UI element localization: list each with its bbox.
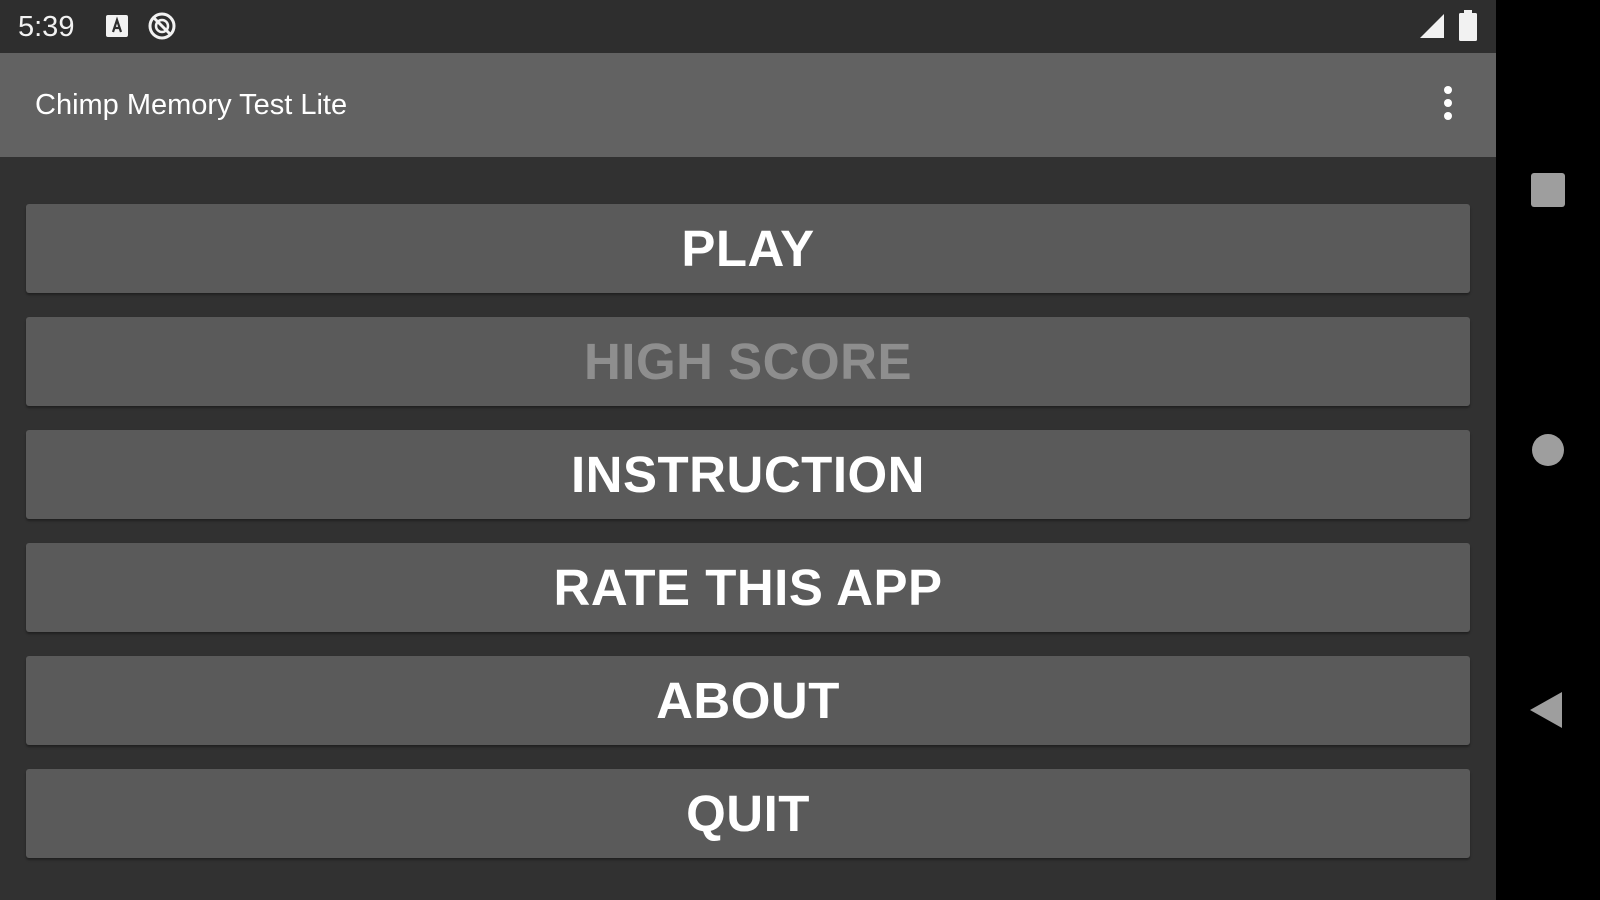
main-menu: PLAY HIGH SCORE INSTRUCTION RATE THIS AP… [26,204,1470,882]
quit-button[interactable]: QUIT [26,769,1470,858]
play-button[interactable]: PLAY [26,204,1470,293]
cell-signal-icon [1418,12,1446,40]
about-button[interactable]: ABOUT [26,656,1470,745]
rate-this-app-button[interactable]: RATE THIS APP [26,543,1470,632]
home-icon[interactable] [1520,422,1576,478]
navigation-bar [1496,0,1600,900]
back-icon[interactable] [1520,682,1576,738]
battery-icon [1458,10,1478,42]
notification-a-icon [104,12,132,40]
high-score-button: HIGH SCORE [26,317,1470,406]
app-title: Chimp Memory Test Lite [35,89,348,121]
more-vert-icon[interactable] [1432,83,1464,127]
status-time: 5:39 [18,11,75,43]
app-bar: Chimp Memory Test Lite [0,53,1496,157]
status-bar: 5:39 [0,0,1496,53]
do-not-disturb-icon [147,12,176,40]
recents-icon[interactable] [1520,162,1576,218]
app-screen: 5:39 Chimp Memory Test Lite PLAY HIGH SC… [0,0,1496,900]
instruction-button[interactable]: INSTRUCTION [26,430,1470,519]
